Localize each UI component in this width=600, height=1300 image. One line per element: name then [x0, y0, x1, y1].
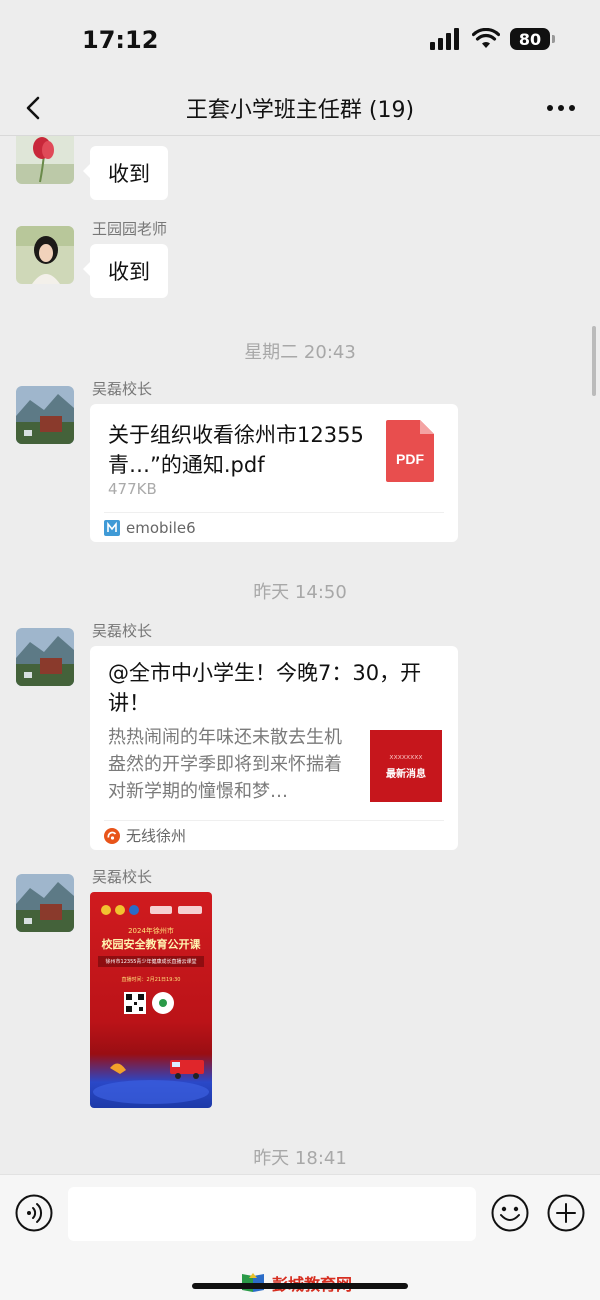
avatar[interactable] [16, 136, 74, 184]
chat-title: 王套小学班主任群 (19) [185, 98, 415, 123]
thumbnail-caption: xxxxxxxx [389, 752, 423, 761]
wifi-icon [472, 28, 500, 48]
source-name: emobile6 [126, 518, 196, 537]
status-time: 17:12 [82, 26, 159, 54]
sender-name: 王园园老师 [92, 220, 168, 238]
pdf-file-icon: PDF [386, 420, 434, 482]
qr-code-icon [124, 992, 146, 1014]
home-indicator[interactable] [192, 1283, 408, 1289]
article-card[interactable]: @全市中小学生！今晚7：30，开讲！ 热热闹闹的年味还未散去生机盎然的开学季即将… [90, 646, 458, 850]
message-input[interactable] [68, 1187, 476, 1241]
sender-name: 吴磊校长 [92, 868, 153, 886]
emoji-icon[interactable] [490, 1193, 530, 1233]
article-description: 热热闹闹的年味还未散去生机盎然的开学季即将到来怀揣着对新学期的憧憬和梦… [108, 727, 342, 802]
sender-name: 吴磊校长 [92, 622, 153, 640]
message-input-bar: 彭城教育网 [0, 1174, 600, 1300]
mini-program-code-icon [152, 992, 174, 1014]
battery-icon: 80 [510, 28, 555, 50]
chat-message-list[interactable]: 收到 王园园老师 收到 星期二 20:43 吴磊校长 关于组织收看徐州市1235… [0, 136, 600, 1174]
add-attachment-icon[interactable] [546, 1193, 586, 1233]
avatar[interactable] [16, 874, 74, 932]
poster-live-time: 直播时间：2月21日19:30 [121, 977, 181, 983]
source-name: 无线徐州 [126, 827, 187, 845]
wireless-xuzhou-logo-icon [104, 827, 120, 844]
status-bar: 17:12 80 [0, 0, 600, 80]
poster-year: 2024年徐州市 [128, 927, 174, 935]
message-bubble[interactable]: 收到 [83, 244, 168, 298]
poster-logos [101, 905, 202, 915]
message-bubble[interactable]: 收到 [83, 146, 168, 200]
signal-icon [430, 28, 459, 50]
card-source: 无线徐州 [104, 820, 444, 850]
more-options-icon[interactable] [544, 94, 578, 122]
file-size: 477KB [108, 480, 157, 498]
sender-name: 吴磊校长 [92, 380, 153, 398]
image-message-poster[interactable]: 2024年徐州市 校园安全教育公开课 徐州市12355青少年健康成长直播云课堂 … [90, 892, 212, 1108]
article-title: @全市中小学生！今晚7：30，开讲！ [108, 661, 422, 715]
poster-subtitle: 徐州市12355青少年健康成长直播云课堂 [98, 956, 204, 967]
poster-fire-truck-illustration [93, 1060, 209, 1104]
timestamp: 昨天 18:41 [253, 1148, 347, 1169]
avatar[interactable] [16, 226, 74, 284]
status-icons: 80 [430, 28, 555, 50]
poster-title: 校园安全教育公开课 [101, 938, 201, 951]
article-thumbnail: xxxxxxxx 最新消息 [370, 730, 442, 802]
file-card[interactable]: 关于组织收看徐州市12355青…”的通知.pdf 477KB PDF emobi… [90, 404, 458, 542]
voice-input-icon[interactable] [14, 1193, 54, 1233]
thumbnail-title: 最新消息 [386, 768, 426, 780]
avatar[interactable] [16, 628, 74, 686]
emobile-app-icon [104, 519, 120, 536]
chat-header: 王套小学班主任群 (19) [0, 80, 600, 136]
avatar[interactable] [16, 386, 74, 444]
card-source: emobile6 [104, 512, 444, 542]
file-name: 关于组织收看徐州市12355青…”的通知.pdf [108, 423, 364, 477]
pdf-label: PDF [396, 451, 424, 467]
timestamp: 昨天 14:50 [253, 582, 347, 603]
timestamp: 星期二 20:43 [244, 342, 356, 363]
